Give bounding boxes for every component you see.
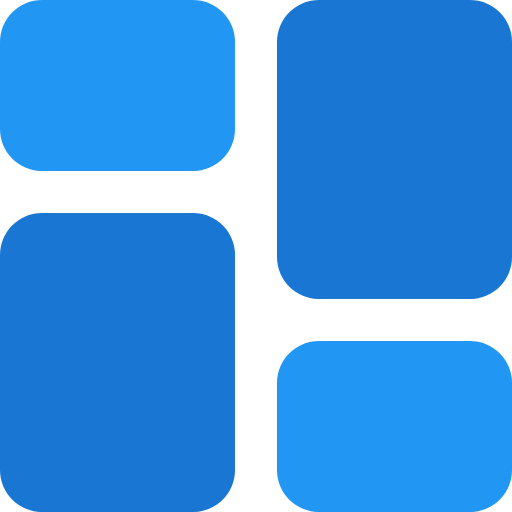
tile-top-left	[0, 0, 235, 171]
icon-canvas	[0, 0, 512, 512]
tile-top-right	[277, 0, 512, 299]
tile-bottom-left	[0, 213, 235, 512]
tile-bottom-right	[277, 341, 512, 512]
dashboard-layout-icon	[0, 0, 512, 512]
